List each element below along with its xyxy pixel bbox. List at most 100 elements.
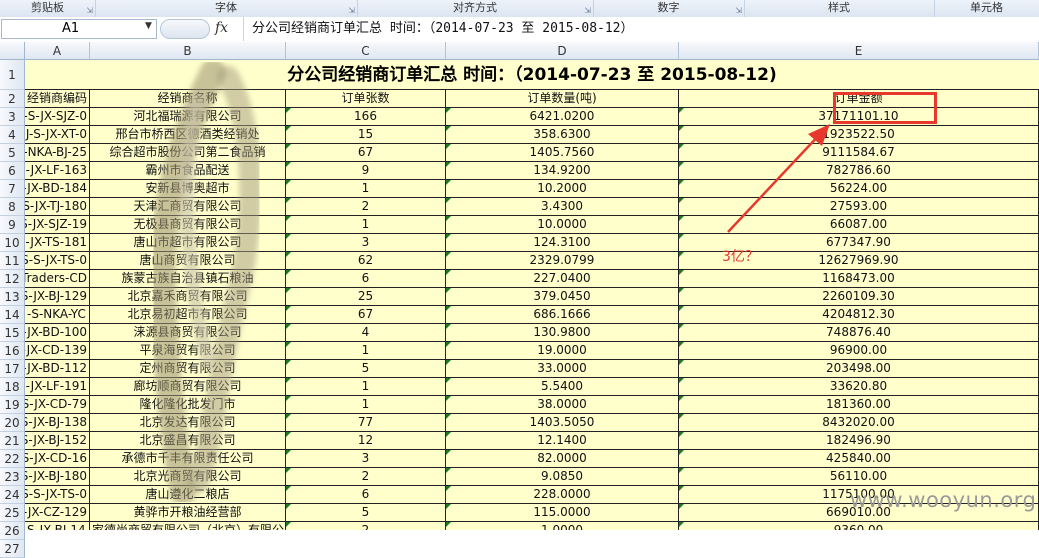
dealer-name-cell[interactable]: 家德尚商贸有限公司（北京）有限公 (90, 522, 286, 530)
row-header[interactable]: 7 (0, 180, 25, 198)
row-header[interactable]: 24 (0, 486, 25, 504)
dealer-code-cell[interactable]: S-JX-TJ-180 (25, 198, 90, 216)
dealer-name-cell[interactable]: 承德市千丰有限责任公司 (90, 450, 286, 468)
order-count-cell[interactable]: 67 (286, 144, 446, 162)
dealer-code-cell[interactable]: S-JX-SJZ-19 (25, 216, 90, 234)
row-header[interactable]: 2 (0, 90, 25, 108)
dealer-code-cell[interactable]: S-JX-LF-163 (25, 162, 90, 180)
header-cell-name[interactable]: 经销商名称 (90, 90, 286, 108)
insert-function-icon[interactable]: fx (215, 20, 228, 36)
dealer-code-cell[interactable]: S-JX-BJ-138 (25, 414, 90, 432)
row-header[interactable]: 5 (0, 144, 25, 162)
order-count-cell[interactable]: 4 (286, 324, 446, 342)
name-box[interactable]: A1 (1, 19, 157, 39)
column-header-b[interactable]: B (90, 42, 286, 60)
row-header[interactable]: 10 (0, 234, 25, 252)
order-count-cell[interactable]: 2 (286, 522, 446, 530)
order-amount-cell[interactable]: 748876.40 (679, 324, 1039, 342)
row-header[interactable]: 17 (0, 360, 25, 378)
chevron-down-icon[interactable]: ▼ (145, 21, 152, 31)
dealer-code-cell[interactable]: S-JX-BJ-180 (25, 468, 90, 486)
dealer-name-cell[interactable]: 北京发达有限公司 (90, 414, 286, 432)
row-header[interactable]: 27 (0, 540, 25, 558)
dealer-code-cell[interactable]: S-JX-BD-112 (25, 360, 90, 378)
header-cell-count[interactable]: 订单张数 (286, 90, 446, 108)
order-count-cell[interactable]: 5 (286, 504, 446, 522)
dealer-code-cell[interactable]: HS-S-JX-TS-0 (25, 486, 90, 504)
header-cell-qty[interactable]: 订单数量(吨) (446, 90, 679, 108)
order-count-cell[interactable]: 3 (286, 234, 446, 252)
row-header[interactable]: 19 (0, 396, 25, 414)
order-qty-cell[interactable]: 130.9800 (446, 324, 679, 342)
dealer-name-cell[interactable]: 黄骅市开粮油经营部 (90, 504, 286, 522)
order-count-cell[interactable]: 77 (286, 414, 446, 432)
order-qty-cell[interactable]: 5.5400 (446, 378, 679, 396)
order-amount-cell[interactable]: 182496.90 (679, 432, 1039, 450)
row-header[interactable]: 21 (0, 432, 25, 450)
dialog-launcher-icon[interactable]: ⇲ (86, 3, 93, 18)
row-header[interactable]: 14 (0, 306, 25, 324)
order-count-cell[interactable]: 1 (286, 180, 446, 198)
dealer-name-cell[interactable]: 北京嘉禾商贸有限公司 (90, 288, 286, 306)
dealer-code-cell[interactable]: HJ-S-JX-XT-0 (25, 126, 90, 144)
order-count-cell[interactable]: 9 (286, 162, 446, 180)
order-amount-cell[interactable]: 203498.00 (679, 360, 1039, 378)
order-count-cell[interactable]: 67 (286, 306, 446, 324)
order-count-cell[interactable]: 1 (286, 396, 446, 414)
row-header[interactable]: 12 (0, 270, 25, 288)
order-count-cell[interactable]: 62 (286, 252, 446, 270)
order-qty-cell[interactable]: 9.0850 (446, 468, 679, 486)
order-amount-cell[interactable]: 33620.80 (679, 378, 1039, 396)
row-header[interactable]: 16 (0, 342, 25, 360)
order-qty-cell[interactable]: 686.1666 (446, 306, 679, 324)
dealer-name-cell[interactable]: 综合超市股份公司第二食品销 (90, 144, 286, 162)
sheet-title-cell[interactable]: 分公司经销商订单汇总 时间：（2014-07-23 至 2015-08-12) (25, 60, 1039, 90)
column-header-c[interactable]: C (286, 42, 446, 60)
row-header[interactable]: 26 (0, 522, 25, 540)
dealer-name-cell[interactable]: 无极县商贸有限公司 (90, 216, 286, 234)
row-header[interactable]: 6 (0, 162, 25, 180)
ribbon-group-font[interactable]: 字体 ⇲ (95, 0, 358, 17)
ribbon-group-number[interactable]: 数字 ⇲ (593, 0, 745, 17)
order-amount-cell[interactable]: 56110.00 (679, 468, 1039, 486)
dealer-code-cell[interactable]: HS-S-JX-TS-0 (25, 252, 90, 270)
dealer-code-cell[interactable]: HQ-S-JX-SJZ-0 (25, 108, 90, 126)
order-count-cell[interactable]: 1 (286, 342, 446, 360)
ribbon-group-cells[interactable]: 单元格 (934, 0, 1039, 17)
order-amount-cell[interactable]: 8432020.00 (679, 414, 1039, 432)
dealer-code-cell[interactable]: S-JX-CD-16 (25, 450, 90, 468)
dealer-name-cell[interactable]: 北京光商贸有限公司 (90, 468, 286, 486)
order-qty-cell[interactable]: 33.0000 (446, 360, 679, 378)
dialog-launcher-icon[interactable]: ⇲ (348, 3, 355, 18)
order-qty-cell[interactable]: 10.0000 (446, 216, 679, 234)
order-qty-cell[interactable]: 3.4300 (446, 198, 679, 216)
order-amount-cell[interactable]: 2260109.30 (679, 288, 1039, 306)
order-qty-cell[interactable]: 12.1400 (446, 432, 679, 450)
row-header[interactable]: 20 (0, 414, 25, 432)
row-header[interactable]: 3 (0, 108, 25, 126)
dialog-launcher-icon[interactable]: ⇲ (735, 3, 742, 18)
order-qty-cell[interactable]: 10.2000 (446, 180, 679, 198)
order-amount-cell[interactable]: 4204812.30 (679, 306, 1039, 324)
order-qty-cell[interactable]: 6421.0200 (446, 108, 679, 126)
order-count-cell[interactable]: 2 (286, 468, 446, 486)
dealer-name-cell[interactable]: 霸州市食品配送 (90, 162, 286, 180)
order-qty-cell[interactable]: 1405.7560 (446, 144, 679, 162)
order-count-cell[interactable]: 25 (286, 288, 446, 306)
column-header-e[interactable]: E (679, 42, 1039, 60)
order-qty-cell[interactable]: 82.0000 (446, 450, 679, 468)
order-qty-cell[interactable]: 1.0000 (446, 522, 679, 530)
order-count-cell[interactable]: 2 (286, 198, 446, 216)
ribbon-group-alignment[interactable]: 对齐方式 ⇲ (357, 0, 594, 17)
row-header[interactable]: 15 (0, 324, 25, 342)
dealer-name-cell[interactable]: 河北福瑞源有限公司 (90, 108, 286, 126)
row-header[interactable]: 23 (0, 468, 25, 486)
dealer-name-cell[interactable]: 定州商贸有限公司 (90, 360, 286, 378)
row-header[interactable]: 9 (0, 216, 25, 234)
order-count-cell[interactable]: 1 (286, 378, 446, 396)
order-count-cell[interactable]: 3 (286, 450, 446, 468)
ribbon-group-styles[interactable]: 样式 (744, 0, 935, 17)
order-count-cell[interactable]: 12 (286, 432, 446, 450)
order-count-cell[interactable]: 1 (286, 216, 446, 234)
order-qty-cell[interactable]: 379.0450 (446, 288, 679, 306)
